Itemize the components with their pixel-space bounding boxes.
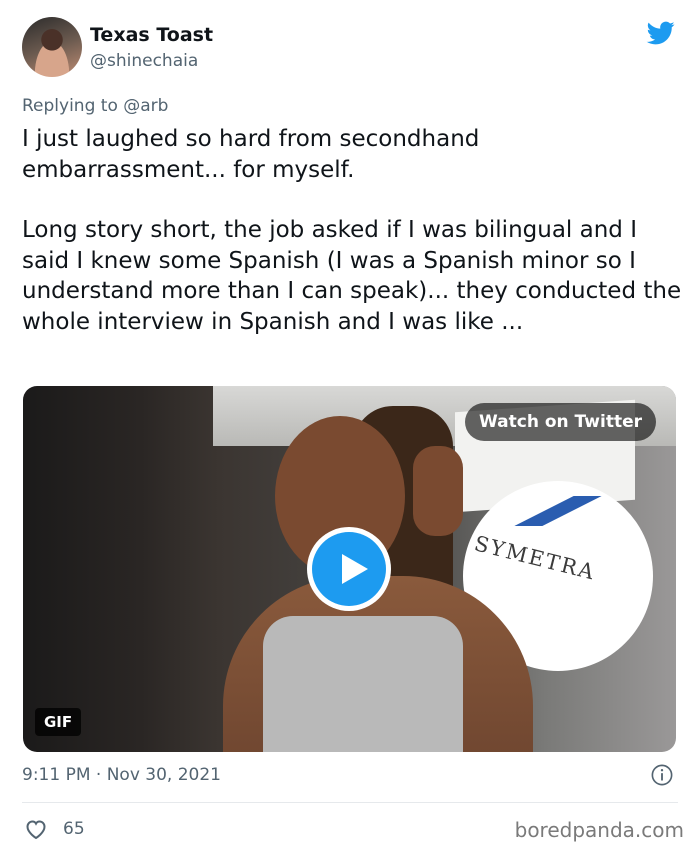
gif-badge: GIF [35, 708, 82, 736]
replying-prefix: Replying to [22, 96, 118, 116]
watch-on-twitter-button[interactable]: Watch on Twitter [465, 403, 656, 441]
tweet-card: Texas Toast @shinechaia Replying to @arb… [0, 0, 700, 856]
heart-icon[interactable] [24, 818, 48, 840]
display-name[interactable]: Texas Toast [90, 24, 213, 46]
play-triangle [342, 554, 368, 584]
user-handle[interactable]: @shinechaia [90, 51, 198, 71]
avatar[interactable] [22, 17, 82, 77]
gif-media[interactable]: SYMETRA Watch on Twitter GIF [23, 386, 676, 752]
reply-mention[interactable]: @arb [123, 96, 168, 116]
like-count[interactable]: 65 [63, 819, 85, 839]
play-button[interactable] [307, 527, 391, 611]
tweet-paragraph-1: I just laughed so hard from secondhand e… [22, 126, 480, 183]
tweet-text: I just laughed so hard from secondhand e… [22, 124, 687, 337]
play-icon [312, 532, 386, 606]
tweet-paragraph-2: Long story short, the job asked if I was… [22, 217, 682, 335]
info-icon[interactable] [651, 764, 673, 786]
divider [22, 802, 678, 803]
tweet-timestamp[interactable]: 9:11 PM · Nov 30, 2021 [22, 765, 221, 785]
replying-to: Replying to @arb [22, 96, 168, 116]
watermark: boredpanda.com [514, 818, 684, 842]
twitter-bird-icon[interactable] [645, 19, 677, 47]
tank-top [263, 616, 463, 752]
person-hand [413, 446, 463, 536]
